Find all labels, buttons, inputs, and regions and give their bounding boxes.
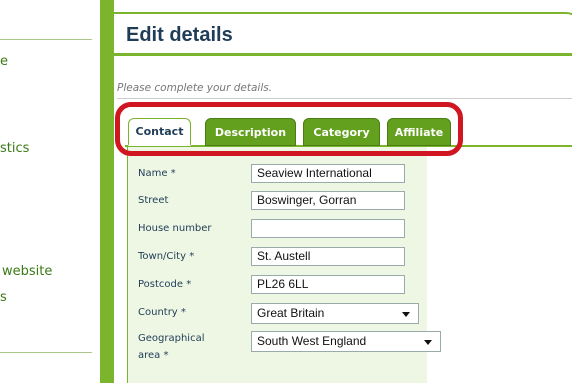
page-title: Edit details: [126, 24, 233, 46]
geo-area-label-line1: Geographical: [138, 333, 205, 344]
street-input[interactable]: Boswinger, Gorran: [251, 191, 405, 210]
chevron-down-icon: [424, 340, 432, 345]
geo-area-select[interactable]: South West England: [251, 331, 441, 352]
street-label: Street: [138, 195, 169, 206]
sidebar-item-4[interactable]: s: [0, 290, 7, 305]
country-label: Country *: [138, 307, 186, 318]
postcode-label: Postcode *: [138, 279, 192, 290]
geo-area-label-line2: area *: [138, 350, 169, 361]
house-number-label: House number: [138, 223, 212, 234]
town-city-input[interactable]: St. Austell: [251, 247, 405, 266]
house-number-input[interactable]: [251, 219, 405, 238]
title-divider: [114, 53, 572, 56]
hint-divider: [117, 98, 572, 99]
sidebar-divider: [0, 352, 92, 353]
sidebar-divider: [0, 39, 92, 40]
name-label: Name *: [138, 168, 176, 179]
name-input[interactable]: Seaview International: [251, 164, 405, 183]
chevron-down-icon: [402, 312, 410, 317]
country-select[interactable]: Great Britain: [251, 303, 419, 324]
sidebar-item-3[interactable]: website: [2, 264, 52, 279]
postcode-input[interactable]: PL26 6LL: [251, 275, 405, 294]
tabs-highlight-outline: [115, 102, 463, 156]
sidebar: e stics website s: [0, 0, 100, 383]
sidebar-item-1[interactable]: e: [0, 54, 8, 69]
geo-area-select-value: South West England: [257, 334, 367, 348]
sidebar-item-2[interactable]: stics: [0, 141, 29, 156]
instructions-text: Please complete your details.: [117, 82, 273, 94]
sidebar-accent-bar: [100, 0, 114, 383]
town-city-label: Town/City *: [138, 251, 195, 262]
country-select-value: Great Britain: [257, 306, 325, 320]
